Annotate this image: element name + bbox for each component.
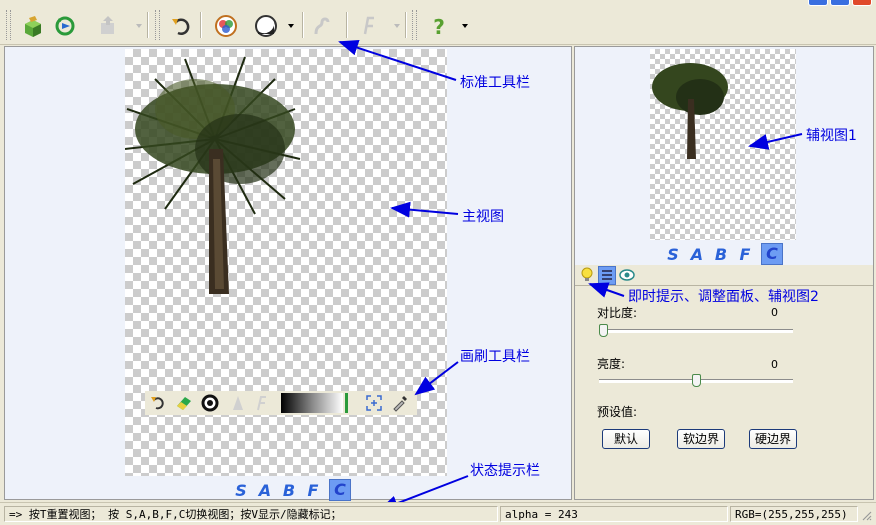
status-alpha: alpha = 243 <box>500 506 728 522</box>
status-hint: => 按T重置视图； 按 S,A,B,F,C切换视图；按V显示/隐藏标记； <box>4 506 498 522</box>
annotation-panels: 即时提示、调整面板、辅视图2 <box>628 289 819 305</box>
annotation-standard-toolbar: 标准工具栏 <box>460 75 530 91</box>
annotation-arrows <box>338 40 803 511</box>
resize-grip-icon[interactable] <box>860 509 872 521</box>
annotation-main-view: 主视图 <box>462 209 504 225</box>
annotation-aux-view1: 辅视图1 <box>806 128 857 144</box>
annotation-brush-toolbar: 画刷工具栏 <box>460 349 530 365</box>
status-bar: => 按T重置视图； 按 S,A,B,F,C切换视图；按V显示/隐藏标记； al… <box>0 502 876 525</box>
status-rgb: RGB=(255,255,255) <box>730 506 858 522</box>
annotation-status-bar: 状态提示栏 <box>470 463 540 479</box>
